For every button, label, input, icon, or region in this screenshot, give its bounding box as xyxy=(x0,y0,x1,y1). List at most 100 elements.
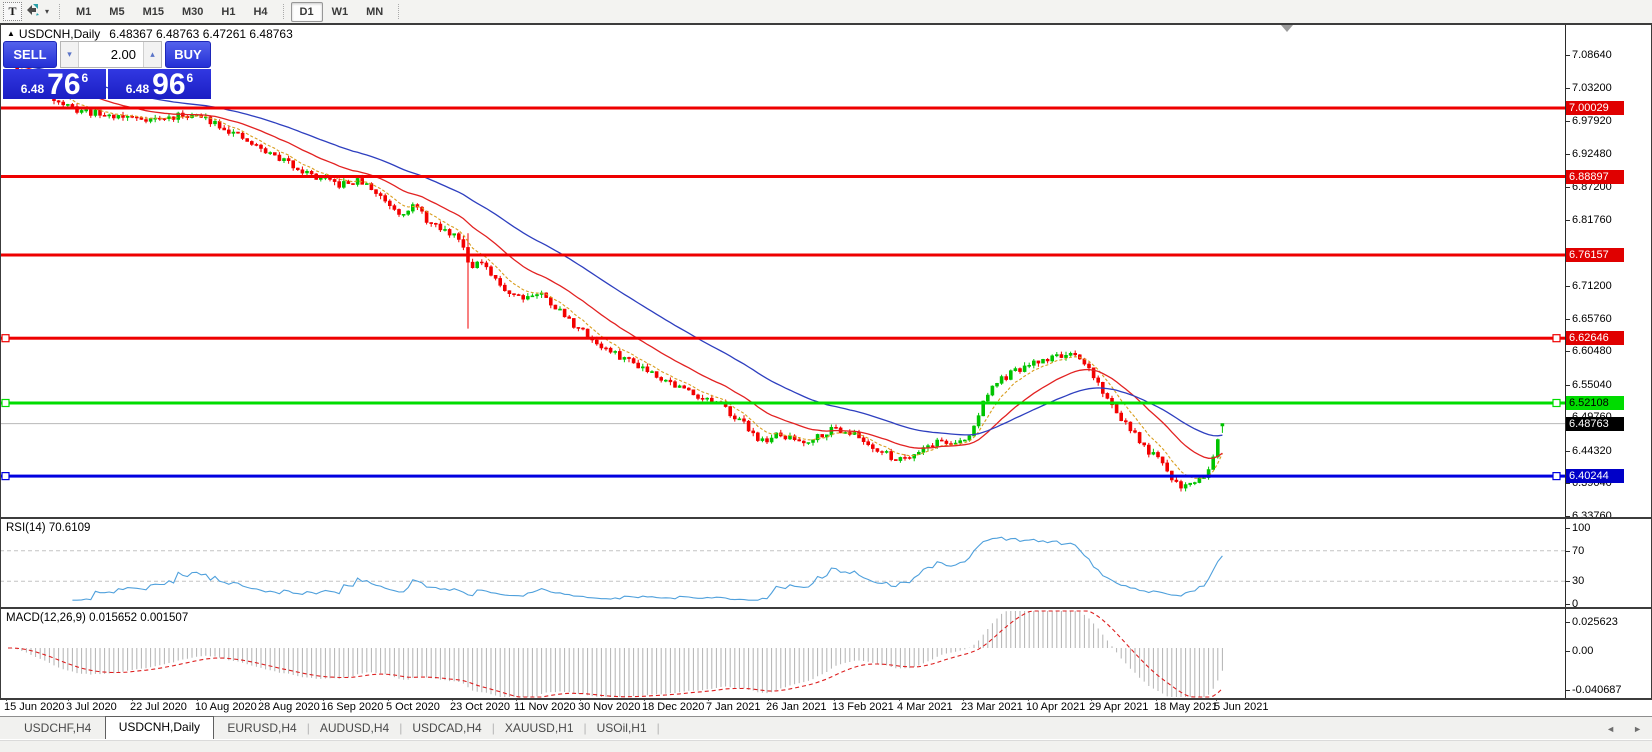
bullish-candle-wicks xyxy=(67,103,1223,492)
price-axis-tick-label: 6.92480 xyxy=(1572,148,1612,160)
one-click-trading-panel: SELL ▾ 2.00 ▴ BUY 6.48 76 6 6.48 96 6 xyxy=(3,41,211,101)
chart-tab-usdcad[interactable]: USDCAD,H4 xyxy=(402,718,491,739)
time-axis-date-label: 22 Jul 2020 xyxy=(130,701,187,713)
current-price-label: 6.48763 xyxy=(1566,417,1624,431)
volume-decrease-button[interactable]: ▾ xyxy=(61,42,79,67)
price-axis-tick xyxy=(1565,483,1570,484)
price-axis-tick-label: 6.71200 xyxy=(1572,280,1612,292)
rsi-pane-divider[interactable] xyxy=(0,517,1652,519)
horizontal-level-line[interactable] xyxy=(0,474,1565,478)
chart-top-border xyxy=(0,23,1652,25)
price-axis-tick xyxy=(1565,319,1570,320)
chart-tab-audusd[interactable]: AUDUSD,H4 xyxy=(310,718,399,739)
rsi-axis-tick xyxy=(1565,604,1570,605)
chart-tab-usoil[interactable]: USOil,H1 xyxy=(587,718,657,739)
level-price-label: 6.62646 xyxy=(1566,331,1624,345)
price-axis-tick-label: 6.97920 xyxy=(1572,115,1612,127)
volume-spinner: ▾ 2.00 ▴ xyxy=(60,41,162,68)
price-axis-tick-label: 6.55040 xyxy=(1572,379,1612,391)
rsi-indicator-label: RSI(14) 70.6109 xyxy=(6,522,91,534)
price-axis-tick-label: 7.03200 xyxy=(1572,82,1612,94)
chart-tab-xauusd[interactable]: XAUUSD,H1 xyxy=(495,718,584,739)
horizontal-level-line[interactable] xyxy=(0,253,1565,257)
macd-axis-tick xyxy=(1565,651,1570,652)
horizontal-level-line[interactable] xyxy=(0,106,1565,110)
level-price-label: 6.40244 xyxy=(1566,469,1624,483)
volume-input[interactable]: 2.00 xyxy=(79,42,143,67)
time-axis-date-label: 16 Sep 2020 xyxy=(321,701,384,713)
price-axis-line xyxy=(1565,25,1566,698)
chart-tab-eurusd[interactable]: EURUSD,H4 xyxy=(217,718,306,739)
price-chart-canvas[interactable] xyxy=(0,0,1652,752)
macd-indicator-label: MACD(12,26,9) 0.015652 0.001507 xyxy=(6,612,189,624)
moving-average-line xyxy=(21,66,1223,459)
price-axis-tick-label: 7.08640 xyxy=(1572,49,1612,61)
ohlc-values: 6.48367 6.48763 6.47261 6.48763 xyxy=(109,27,293,41)
sell-price-display[interactable]: 6.48 76 6 xyxy=(3,69,106,100)
tab-separator: | xyxy=(656,721,660,735)
price-axis-tick-label: 6.44320 xyxy=(1572,445,1612,457)
level-line-handle[interactable] xyxy=(1,398,10,408)
rsi-axis-tick-label: 100 xyxy=(1572,522,1591,534)
chart-tabs: USDCHF,H4 USDCNH,Daily EURUSD,H4 | AUDUSD,… xyxy=(14,716,660,739)
level-line-handle[interactable] xyxy=(1552,472,1561,481)
bearish-candle-bodies xyxy=(6,64,1183,489)
chart-left-border xyxy=(0,23,1,700)
collapse-arrow-icon[interactable]: ▲ xyxy=(7,29,15,38)
price-axis-tick xyxy=(1565,88,1570,89)
level-line-handle[interactable] xyxy=(1,472,10,481)
time-axis-date-label: 30 Nov 2020 xyxy=(578,701,641,713)
time-axis-date-label: 28 Aug 2020 xyxy=(258,701,320,713)
level-line-handle[interactable] xyxy=(1552,398,1561,408)
time-axis-date-label: 23 Oct 2020 xyxy=(450,701,510,713)
buy-price-pips: 96 xyxy=(152,68,186,101)
chart-tab-usdcnh[interactable]: USDCNH,Daily xyxy=(104,716,215,739)
horizontal-level-line[interactable] xyxy=(0,336,1565,340)
rsi-axis-tick-label: 70 xyxy=(1572,545,1585,557)
bullish-candle-bodies xyxy=(66,104,1225,489)
volume-increase-button[interactable]: ▴ xyxy=(143,42,161,67)
time-axis-date-label: 10 Apr 2021 xyxy=(1026,701,1086,713)
time-axis-date-label: 11 Nov 2020 xyxy=(514,701,576,713)
sell-button[interactable]: SELL xyxy=(3,41,57,68)
buy-price-display[interactable]: 6.48 96 6 xyxy=(108,68,211,101)
level-line-handle[interactable] xyxy=(1552,334,1561,343)
rsi-axis-tick-label: 30 xyxy=(1572,575,1585,587)
rsi-axis-tick xyxy=(1565,581,1570,582)
buy-price-prefix: 6.48 xyxy=(125,82,150,96)
buy-price-point: 6 xyxy=(186,71,194,85)
macd-pane-divider[interactable] xyxy=(0,607,1652,609)
time-axis-date-label: 18 Dec 2020 xyxy=(642,701,705,713)
time-axis-date-label: 29 Apr 2021 xyxy=(1089,701,1149,713)
price-axis-tick-label: 6.33760 xyxy=(1572,510,1612,522)
time-axis-date-label: 10 Aug 2020 xyxy=(195,701,257,713)
moving-average-line xyxy=(21,65,1223,437)
time-axis-date-label: 3 Jul 2020 xyxy=(66,701,117,713)
price-axis-tick-label: 6.65760 xyxy=(1572,313,1612,325)
horizontal-level-line[interactable] xyxy=(0,401,1565,405)
level-line-handle[interactable] xyxy=(1,334,10,343)
chart-tab-usdchf[interactable]: USDCHF,H4 xyxy=(14,718,101,739)
chart-bottom-border xyxy=(0,698,1652,700)
tab-scroll-arrows: ◄ ► xyxy=(1606,724,1642,734)
horizontal-level-line[interactable] xyxy=(0,175,1565,178)
buy-button[interactable]: BUY xyxy=(165,41,211,68)
level-price-label: 6.88897 xyxy=(1566,170,1624,184)
chart-shift-marker[interactable] xyxy=(1281,25,1293,32)
moving-average-line xyxy=(21,68,1223,479)
macd-axis-tick-label: 0.00 xyxy=(1572,645,1594,657)
scroll-left-icon[interactable]: ◄ xyxy=(1606,724,1615,734)
scroll-right-icon[interactable]: ► xyxy=(1633,724,1642,734)
bearish-candle-wicks xyxy=(7,62,1182,492)
time-axis-date-label: 13 Feb 2021 xyxy=(832,701,894,713)
symbol-period-label: USDCNH,Daily xyxy=(18,27,101,41)
macd-histogram xyxy=(12,611,1223,697)
macd-axis-tick xyxy=(1565,690,1570,691)
sell-price-prefix: 6.48 xyxy=(20,82,45,96)
macd-axis-tick-label: -0.040687 xyxy=(1572,684,1622,696)
time-axis-date-label: 4 Mar 2021 xyxy=(897,701,953,713)
rsi-axis-tick xyxy=(1565,551,1570,552)
price-axis-tick xyxy=(1565,187,1570,188)
level-price-label: 6.76157 xyxy=(1566,248,1624,262)
time-axis-date-label: 7 Jan 2021 xyxy=(706,701,761,713)
